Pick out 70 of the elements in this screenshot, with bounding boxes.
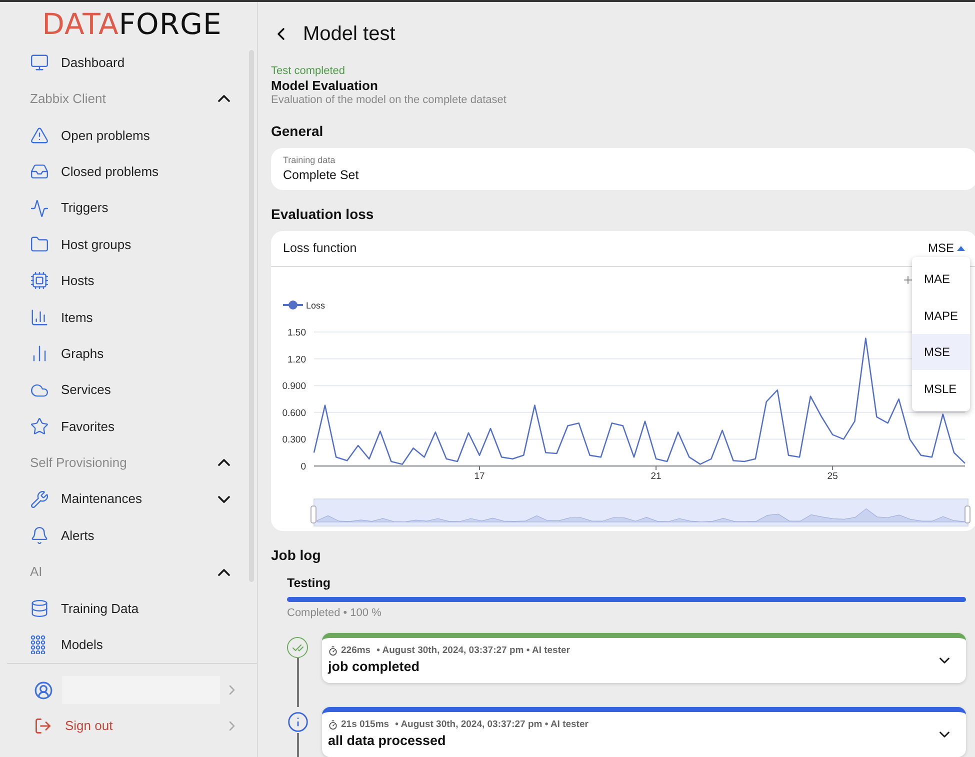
wrench-icon <box>30 490 49 509</box>
timer-icon <box>328 720 338 730</box>
training-data-field[interactable]: Training data Complete Set <box>271 148 975 190</box>
log-meta: • August 30th, 2024, 03:37:27 pm • AI tester <box>376 645 570 657</box>
timer-icon <box>328 646 338 656</box>
zoom-icon[interactable] <box>902 274 914 286</box>
log-entry-card[interactable]: 226ms • August 30th, 2024, 03:37:27 pm • AI tester job completed <box>322 633 966 683</box>
bell-icon <box>30 526 49 546</box>
nav-item[interactable]: Models <box>7 626 257 663</box>
section-title: Job log <box>271 546 322 565</box>
nav-item[interactable]: Hosts <box>7 262 257 300</box>
section-title: General <box>271 122 324 142</box>
x-axis-label: 25 <box>827 470 838 482</box>
database-icon <box>30 598 49 618</box>
heading: Model Evaluation <box>271 78 379 94</box>
dot-grid-icon <box>30 635 48 654</box>
duration: 226ms <box>341 645 371 657</box>
nav-item[interactable]: Items <box>7 299 257 336</box>
duration: 21s 015ms <box>341 719 390 731</box>
bar-chart-icon <box>30 308 49 327</box>
y-axis-label: 0.300 <box>282 434 306 446</box>
nav-item[interactable]: Favorites <box>7 408 257 445</box>
user-avatar-icon[interactable] <box>34 680 53 700</box>
nav-item[interactable]: Training Data <box>7 590 257 627</box>
section-title: Evaluation loss <box>271 204 375 224</box>
logo: DATAFORGE <box>42 10 222 39</box>
dropdown-option[interactable]: MSE <box>912 334 970 370</box>
monitor-icon <box>30 53 49 72</box>
nav-item[interactable]: Triggers <box>7 190 257 226</box>
x-axis-label: 21 <box>650 470 662 482</box>
log-entry-card[interactable]: 21s 015ms • August 30th, 2024, 03:37:27 pm • AI tester all data processed <box>322 707 966 757</box>
warning-icon <box>30 126 49 145</box>
log-message: all data processed <box>328 732 447 750</box>
nav-item[interactable]: Services <box>7 372 257 408</box>
loss-function-select[interactable]: MSE <box>928 239 965 258</box>
nav-item[interactable]: Alerts <box>7 517 257 554</box>
dropdown-option[interactable]: MSLE <box>912 370 970 407</box>
nav-item[interactable]: Graphs <box>7 335 257 372</box>
nav-item[interactable]: Closed problems <box>7 154 257 190</box>
status-text: Test completed <box>271 64 346 78</box>
star-icon <box>30 416 49 436</box>
nav-item[interactable]: Open problems <box>7 117 257 154</box>
legend-label: Loss <box>306 300 326 310</box>
y-axis-label: 1.20 <box>288 354 306 366</box>
progress-text: Completed • 100 % <box>287 606 382 620</box>
inbox-icon <box>30 162 49 182</box>
stage-label: Testing <box>287 574 332 592</box>
y-axis-label: 0.900 <box>282 380 306 392</box>
zoom-slider[interactable] <box>310 498 970 526</box>
dropdown-option[interactable]: MAE <box>912 260 970 298</box>
chip-icon <box>30 271 49 290</box>
sign-out-icon <box>34 717 52 735</box>
x-axis-label: 17 <box>474 470 485 482</box>
log-meta: • August 30th, 2024, 03:37:27 pm • AI tester <box>395 719 588 731</box>
chart-legend[interactable]: Loss <box>283 300 326 310</box>
y-axis-label: 1.50 <box>288 327 306 338</box>
page-title: Model test <box>303 22 396 47</box>
subheading: Evaluation of the model on the complete dataset <box>271 94 508 108</box>
sign-out-link[interactable]: Sign out <box>65 716 113 736</box>
folder-icon <box>30 235 49 254</box>
dropdown-option[interactable]: MAPE <box>912 297 970 334</box>
nav-item[interactable]: Host groups <box>7 226 257 263</box>
nav-item[interactable]: Maintenances <box>7 481 257 518</box>
pulse-icon <box>30 198 49 218</box>
y-axis-label: 0 <box>300 461 306 472</box>
log-message: job completed <box>328 658 421 676</box>
y-axis-label: 0.600 <box>282 408 306 419</box>
loss-function-label: Loss function <box>283 240 358 257</box>
caret-up-icon <box>957 246 965 251</box>
nav-item[interactable]: Dashboard <box>7 44 257 81</box>
